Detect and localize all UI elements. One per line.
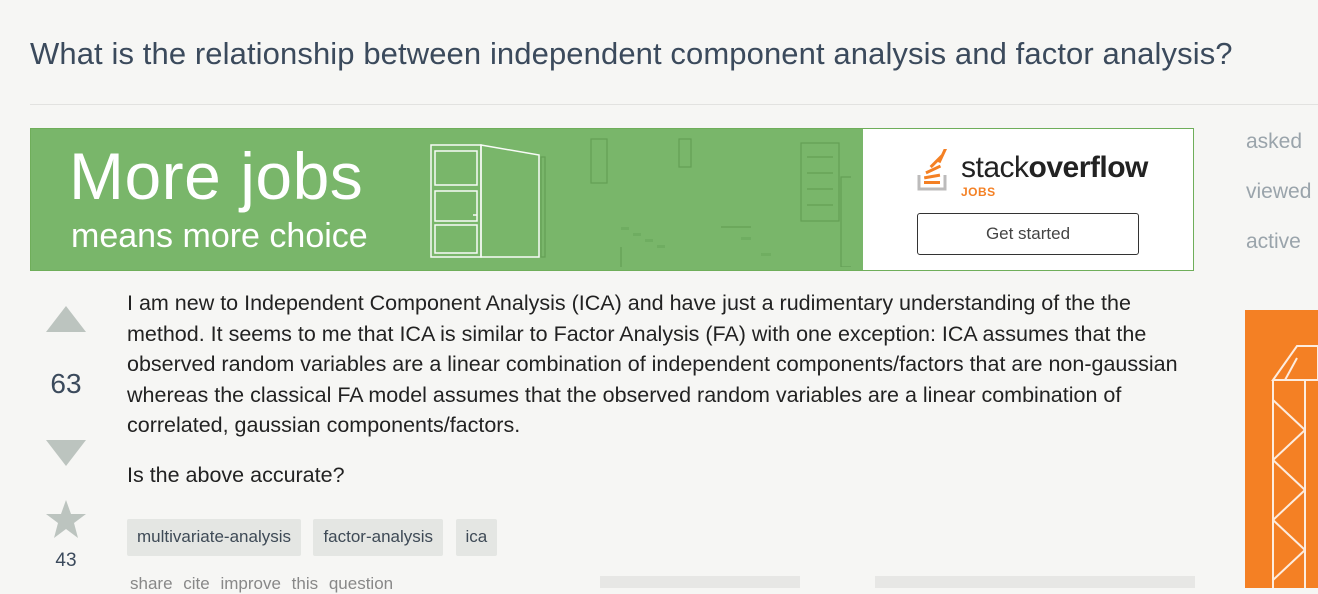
jobs-ad-banner[interactable]: More jobs means more choice stackoverflo… — [30, 128, 1194, 271]
vote-count: 63 — [50, 368, 82, 399]
door-illustration — [430, 138, 851, 267]
tag-ica[interactable]: ica — [455, 519, 498, 556]
body-paragraph: I am new to Independent Component Analys… — [127, 291, 1178, 437]
tag-factor-analysis[interactable]: factor-analysis — [313, 519, 444, 556]
question-title[interactable]: What is the relationship between indepen… — [30, 36, 1233, 72]
favorite-star-icon[interactable] — [46, 500, 86, 538]
upvote-arrow-icon[interactable] — [46, 306, 86, 332]
ad-headline: More jobs — [69, 139, 364, 213]
ad-green-panel: More jobs means more choice — [31, 129, 863, 270]
edit-info-placeholder — [600, 576, 800, 588]
share-link[interactable]: share — [130, 574, 173, 593]
favorite-count: 43 — [55, 550, 77, 571]
brand-jobs-label: JOBS — [961, 185, 996, 199]
brand-name-bold: overflow — [1028, 151, 1149, 184]
stack-overflow-jobs-logo: stackoverflow JOBS — [915, 147, 1148, 203]
side-promo-banner[interactable] — [1245, 310, 1318, 588]
question-body: I am new to Independent Component Analys… — [127, 288, 1197, 490]
ad-brand-panel: stackoverflow JOBS Get started — [863, 129, 1193, 270]
get-started-button[interactable]: Get started — [917, 213, 1139, 255]
brand-name-regular: stack — [961, 151, 1029, 184]
post-menu: share cite improve this question — [130, 574, 393, 594]
downvote-arrow-icon[interactable] — [46, 440, 86, 466]
ad-subline: means more choice — [71, 217, 368, 255]
active-label: active — [1246, 230, 1301, 253]
stack-overflow-icon — [917, 149, 948, 191]
improve-question-link[interactable]: improve this question — [220, 574, 393, 593]
body-paragraph: Is the above accurate? — [127, 462, 345, 487]
brand-name: stackoverflow — [961, 151, 1148, 185]
asked-label: asked — [1246, 130, 1303, 153]
title-divider — [30, 104, 1318, 105]
crane-illustration — [1271, 345, 1318, 588]
tag-multivariate-analysis[interactable]: multivariate-analysis — [127, 519, 301, 556]
asker-card-placeholder — [875, 576, 1195, 588]
viewed-label: viewed — [1246, 180, 1312, 203]
tag-list: multivariate-analysis factor-analysis ic… — [127, 519, 505, 556]
cite-link[interactable]: cite — [183, 574, 209, 593]
